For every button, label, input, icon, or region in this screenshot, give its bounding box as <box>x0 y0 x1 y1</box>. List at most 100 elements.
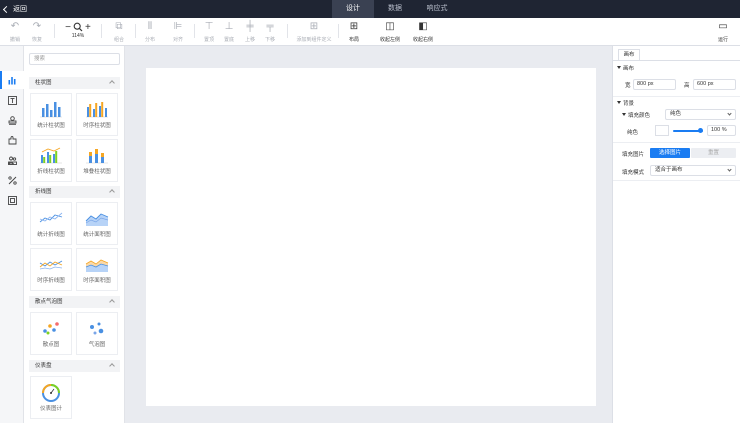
opacity-slider-handle[interactable] <box>698 128 703 133</box>
toolbar-divider <box>54 24 55 38</box>
align-icon: ⊫ <box>173 21 183 32</box>
toolbar-divider <box>101 24 102 38</box>
collapse-right-button[interactable]: ◧ 收起右侧 <box>409 21 437 43</box>
bring-top-icon: ⊤ <box>204 21 214 32</box>
card-bubble[interactable]: 气泡图 <box>76 312 118 355</box>
align-button[interactable]: ⊫ 对齐 <box>165 21 191 43</box>
redo-button[interactable]: ↷ 恢复 <box>24 21 50 43</box>
back-button[interactable]: 返回 <box>2 4 27 14</box>
puzzle-icon <box>8 135 16 144</box>
fill-mode-select[interactable]: 适合于画布 <box>650 165 736 176</box>
section-divider <box>613 142 740 143</box>
card-stat-bar[interactable]: 统计柱状图 <box>30 93 72 136</box>
rail-item-tools[interactable] <box>0 171 24 189</box>
chevron-up-icon <box>109 189 115 195</box>
stack-bar-chart-icon <box>86 149 108 164</box>
zoom-control: − + 114% <box>60 21 96 40</box>
card-gauge[interactable]: 仪表图计 <box>30 376 72 419</box>
chevron-down-icon <box>727 167 732 172</box>
collapse-left-button[interactable]: ◫ 收起左侧 <box>376 21 404 43</box>
bar-chart-icon <box>8 76 15 84</box>
zoom-icon <box>73 22 83 32</box>
rail-item-text[interactable] <box>0 91 24 109</box>
opacity-slider[interactable] <box>673 128 703 133</box>
panel-right-icon: ◧ <box>418 21 428 32</box>
card-stat-area[interactable]: 统计面积图 <box>76 202 118 245</box>
rail-item-stamp[interactable] <box>0 111 24 129</box>
width-label: 宽 <box>625 83 631 89</box>
combine-icon: ⧉ <box>115 21 123 32</box>
chevron-up-icon <box>109 299 115 305</box>
solid-color-label: 纯色 <box>627 130 639 136</box>
rail-item-puzzle[interactable] <box>0 131 24 149</box>
card-series-line[interactable]: 时序折线图 <box>30 248 72 291</box>
canvas-section-header[interactable]: 画布 <box>617 64 634 72</box>
zoom-out-button[interactable]: − <box>65 22 71 33</box>
frame-icon <box>7 195 17 205</box>
color-swatch[interactable] <box>655 125 669 136</box>
card-line-bar[interactable]: 折线柱状图 <box>30 139 72 182</box>
zoom-level: 114% <box>71 33 85 39</box>
stat-line-chart-icon <box>39 212 63 223</box>
add-to-components-button[interactable]: ⊞ 添加到组件定义 <box>296 21 332 43</box>
fill-color-header[interactable]: 填充颜色 <box>622 111 650 119</box>
chevron-up-icon <box>109 80 115 86</box>
choose-image-button[interactable]: 选择图片 <box>650 148 690 158</box>
group-scatter-header[interactable]: 散点气泡图 <box>29 296 120 308</box>
move-up-icon: ╪ <box>246 21 254 32</box>
caret-down-icon <box>617 101 621 104</box>
distribute-button[interactable]: ⫴ 分布 <box>137 21 163 43</box>
combine-button[interactable]: ⧉ 组合 <box>106 21 132 43</box>
text-box-icon <box>7 95 17 105</box>
fill-mode-label: 填充模式 <box>622 170 645 176</box>
tab-data[interactable]: 数据 <box>374 0 416 18</box>
card-series-bar[interactable]: 时序柱状图 <box>76 93 118 136</box>
move-down-button[interactable]: ╤ 下移 <box>257 21 283 43</box>
component-category-rail <box>0 46 24 423</box>
group-gauge-header[interactable]: 仪表盘 <box>29 360 120 372</box>
group-bar-header[interactable]: 柱状图 <box>29 77 120 89</box>
tab-responsive[interactable]: 响应式 <box>416 0 458 18</box>
add-box-icon: ⊞ <box>309 21 319 32</box>
redo-icon: ↷ <box>32 21 42 32</box>
search-input[interactable]: 搜索 <box>29 53 120 65</box>
stat-bar-chart-icon <box>40 102 62 118</box>
tab-canvas[interactable]: 画布 <box>618 49 640 60</box>
group-line-header[interactable]: 折线图 <box>29 186 120 198</box>
card-scatter[interactable]: 散点图 <box>30 312 72 355</box>
fill-image-label: 填充图片 <box>622 152 645 158</box>
tab-design[interactable]: 设计 <box>332 0 374 18</box>
card-series-area[interactable]: 时序面积图 <box>76 248 118 291</box>
series-area-chart-icon <box>85 259 109 272</box>
stat-area-chart-icon <box>85 213 109 226</box>
fill-color-select[interactable]: 纯色 <box>665 109 736 120</box>
height-label: 高 <box>684 83 690 89</box>
run-button[interactable]: ▭ 运行 <box>710 21 736 43</box>
chevron-down-icon <box>727 111 732 116</box>
send-bottom-icon: ⊥ <box>224 21 234 32</box>
rail-item-frame[interactable] <box>0 191 24 209</box>
zoom-in-button[interactable]: + <box>85 22 91 33</box>
section-divider <box>613 180 740 181</box>
card-stack-bar[interactable]: 堆叠柱状图 <box>76 139 118 182</box>
gauge-chart-icon <box>42 384 60 402</box>
properties-panel: 画布 画布 宽 800 px 高 600 px 背景 填充颜色 纯色 纯色 10… <box>612 46 740 423</box>
reset-image-button[interactable]: 重置 <box>691 148 736 158</box>
rail-item-charts[interactable] <box>0 71 24 89</box>
card-stat-line[interactable]: 统计折线图 <box>30 202 72 245</box>
layout-button[interactable]: ⊞ 布局 <box>341 21 367 43</box>
opacity-input[interactable]: 100 % <box>707 125 736 136</box>
design-canvas[interactable] <box>146 68 596 406</box>
monitor-icon: ▭ <box>718 21 728 32</box>
chevron-left-icon <box>2 5 11 13</box>
height-input[interactable]: 600 px <box>693 79 736 90</box>
width-input[interactable]: 800 px <box>633 79 676 90</box>
people-icon <box>7 156 17 165</box>
undo-icon: ↶ <box>10 21 20 32</box>
back-label: 返回 <box>13 6 27 13</box>
background-section-header[interactable]: 背景 <box>617 99 634 107</box>
toolbar-divider <box>194 24 195 38</box>
toolbar: ↶ 撤销 ↷ 恢复 − + 114% ⧉ 组合 ⫴ 分布 ⊫ 对齐 ⊤ 置顶 ⊥… <box>0 18 740 46</box>
rail-item-people[interactable] <box>0 151 24 169</box>
toolbar-divider <box>338 24 339 38</box>
